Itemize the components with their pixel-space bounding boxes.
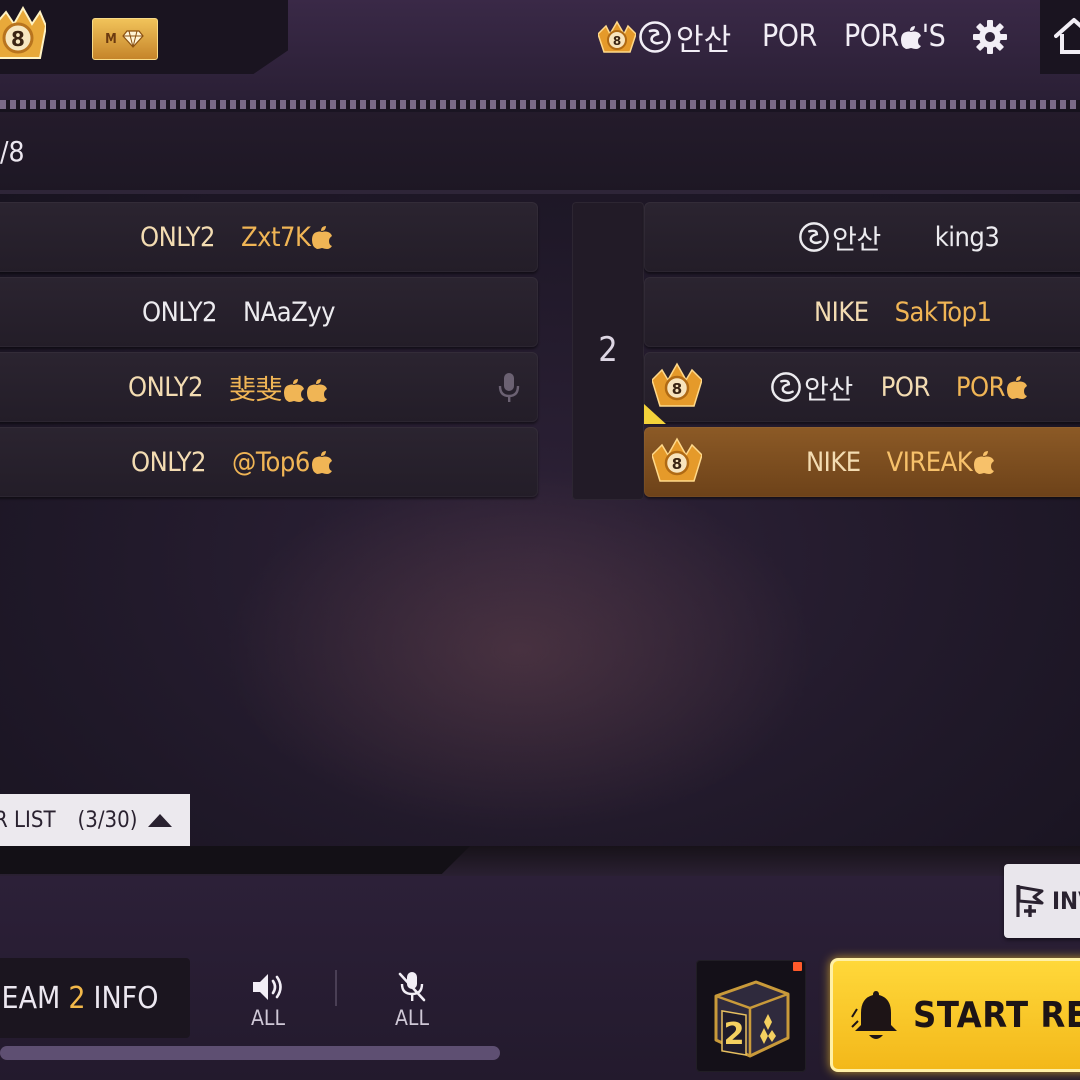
home-icon [1054, 18, 1080, 54]
player-list-label: R LIST [0, 807, 56, 833]
slot-player-name: NAaZyy [243, 296, 336, 328]
svg-text:8: 8 [672, 380, 682, 398]
slot-clan: 안산 [798, 218, 881, 257]
player-name-suffix: 'S [921, 19, 946, 54]
scrollbar[interactable] [0, 1046, 500, 1060]
start-label: START REI [913, 994, 1080, 1036]
header-divider [0, 190, 1080, 194]
apple-icon [307, 378, 328, 402]
slot-player-name-text: 斐斐 [229, 374, 283, 406]
team1-slot-4[interactable]: ONLY2 @Top6 [0, 427, 538, 497]
apple-icon [1006, 375, 1027, 399]
player-name: POR 'S [844, 16, 946, 58]
team1-slot-3[interactable]: ONLY2 斐斐 [0, 352, 538, 422]
slot-player-name: @Top6 [232, 447, 333, 478]
dice-box-icon: 2 [714, 980, 790, 1058]
slot-player-name: SakTop1 [894, 296, 992, 328]
top-divider [0, 100, 1080, 109]
mic-muted-icon [398, 972, 426, 1002]
apple-icon [311, 450, 332, 474]
control-divider [335, 970, 337, 1006]
team2-slot-2[interactable]: NIKE SakTop1 [644, 277, 1080, 347]
mic-all-toggle[interactable]: ALL [380, 970, 444, 1036]
slot-clan: ONLY2 [140, 221, 216, 253]
room-header-text: /8 [0, 135, 25, 168]
bell-icon [851, 991, 897, 1039]
player-clan: 안산 [638, 16, 731, 58]
slot-tag: POR [880, 371, 931, 403]
team2-number: 2 [598, 330, 618, 370]
slot-player-name-text: POR [955, 371, 1006, 403]
slot-clan: ONLY2 [131, 446, 207, 478]
m-diamond-icon [122, 30, 144, 48]
player-list-toggle[interactable]: R LIST (3/30) [0, 794, 190, 846]
loot-box-button[interactable]: 2 [696, 960, 806, 1072]
home-button[interactable] [1040, 0, 1080, 74]
speaker-icon [253, 974, 282, 1000]
slot-clan: ONLY2 [128, 371, 204, 403]
apple-icon [284, 378, 305, 402]
clan-ring-logo-icon [639, 21, 671, 53]
player-name-text: POR [844, 19, 899, 54]
slot-player-name: Zxt7K [241, 222, 333, 253]
team-info-button[interactable]: EAM 2 INFO [0, 958, 190, 1038]
rank-badge-icon[interactable]: 8 [0, 6, 46, 66]
team2-slot-4[interactable]: 8 NIKE VIREAK [644, 427, 1080, 497]
m-badge-label: M [105, 31, 117, 47]
svg-text:8: 8 [11, 27, 25, 51]
slot-player-name: 斐斐 [229, 368, 328, 407]
slot-player-name: VIREAK [887, 447, 996, 478]
m-badge[interactable]: M [92, 18, 158, 60]
apple-icon [974, 450, 995, 474]
player-list-count: (3/30) [77, 807, 138, 833]
room-header [0, 112, 1080, 192]
slot-player-name-text: Zxt7K [241, 221, 311, 253]
team-info-suffix: INFO [93, 980, 159, 1016]
slot-clan-text: 안산 [804, 374, 853, 406]
invite-label: INV [1052, 887, 1080, 915]
speaker-all-toggle[interactable]: ALL [236, 970, 300, 1036]
slot-clan-text: 안산 [832, 224, 881, 256]
player-tag: POR [762, 19, 817, 54]
svg-text:2: 2 [724, 1017, 745, 1052]
slot-clan: 안산 [770, 368, 853, 407]
team2-slot-1[interactable]: 안산 king3 [644, 202, 1080, 272]
slot-player-name: king3 [934, 221, 1000, 253]
apple-icon [900, 26, 921, 49]
self-marker-icon [644, 404, 666, 424]
player-rank-icon: 8 [598, 20, 636, 53]
slot-player-name: POR [956, 372, 1028, 403]
mic-icon [498, 373, 520, 402]
team1-slot-1[interactable]: ONLY2 Zxt7K [0, 202, 538, 272]
team2-slot-3[interactable]: 8 안산 POR POR [644, 352, 1080, 422]
slot-clan: ONLY2 [142, 296, 218, 328]
gear-icon[interactable] [972, 19, 1008, 55]
team-info-prefix: EAM [1, 980, 61, 1016]
start-button[interactable]: START REI [830, 958, 1080, 1072]
slot-clan: NIKE [806, 446, 861, 478]
slot-player-name-text: @Top6 [232, 446, 310, 478]
apple-icon [312, 225, 333, 249]
chevron-up-icon [148, 814, 173, 827]
clan-ring-logo-icon [799, 222, 829, 252]
mic-label: ALL [395, 1006, 429, 1030]
invite-button[interactable]: INV [1004, 864, 1080, 938]
team1-slot-2[interactable]: ONLY2 NAaZyy [0, 277, 538, 347]
bottom-strip-cut [0, 846, 470, 874]
rank-badge-icon: 8 [652, 437, 702, 482]
svg-text:8: 8 [613, 34, 621, 48]
svg-text:8: 8 [672, 455, 682, 473]
speaker-label: ALL [251, 1006, 285, 1030]
clan-ring-logo-icon [771, 372, 801, 402]
team-info-number: 2 [68, 980, 86, 1016]
slot-clan: NIKE [814, 296, 869, 328]
notification-dot [793, 962, 802, 971]
slot-player-name-text: VIREAK [886, 446, 973, 478]
player-clan-name: 안산 [676, 23, 732, 58]
flag-plus-icon [1016, 885, 1044, 917]
